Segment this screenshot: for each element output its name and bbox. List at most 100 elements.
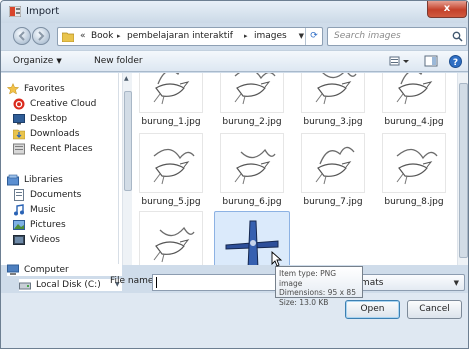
close-button[interactable]: x: [427, 1, 467, 18]
pictures-icon: [13, 220, 25, 230]
address-row: « Book ▸ pembelajaran interaktif ▸ image…: [1, 23, 468, 49]
nav-label: Creative Cloud: [30, 99, 97, 109]
caret-down-icon: ▼: [56, 57, 62, 65]
chevron-down-icon: ▼: [453, 279, 459, 287]
address-bar[interactable]: « Book ▸ pembelajaran interaktif ▸ image…: [57, 27, 323, 46]
search-icon[interactable]: [452, 31, 463, 42]
breadcrumb-separator[interactable]: ▸: [117, 32, 121, 40]
browser-body: Favorites Creative Cloud Desktop Downloa…: [1, 73, 468, 265]
recent-places-icon: [13, 143, 25, 155]
nav-computer-row[interactable]: Computer: [7, 264, 122, 276]
address-dropdown-icon[interactable]: ▼: [299, 32, 304, 40]
file-name-label: burung_1.jpg: [141, 117, 201, 127]
forward-button[interactable]: [32, 27, 50, 45]
navigation-pane: Favorites Creative Cloud Desktop Downloa…: [1, 73, 119, 265]
text-caret: [156, 277, 157, 288]
desktop-icon: [13, 114, 25, 125]
bird-sketch-thumbnail: [382, 73, 446, 113]
music-icon: [14, 204, 24, 216]
breadcrumb-pembelajaran[interactable]: pembelajaran interaktif: [127, 31, 233, 41]
libraries-icon: [7, 174, 19, 186]
downloads-icon: [13, 129, 25, 140]
file-name-label: burung_4.jpg: [384, 117, 444, 127]
breadcrumb-separator[interactable]: ▸: [244, 32, 248, 40]
app-icon: [9, 6, 21, 17]
file-tile[interactable]: burung_6.jpg: [214, 133, 290, 215]
file-tile[interactable]: burung_3.jpg: [295, 73, 371, 135]
cancel-button[interactable]: Cancel: [407, 300, 462, 319]
nav-scrollbar[interactable]: ▲: [122, 73, 132, 265]
file-name-label: burung_6.jpg: [222, 197, 282, 207]
breadcrumb-book[interactable]: Book: [91, 31, 113, 41]
back-arrow-icon: [18, 31, 25, 41]
bird-sketch-thumbnail: [301, 73, 365, 113]
file-tile[interactable]: burung_1.jpg: [133, 73, 209, 135]
nav-label: Recent Places: [30, 144, 93, 154]
organize-menu[interactable]: Organize ▼: [13, 56, 62, 66]
file-name-label: burung_5.jpg: [141, 197, 201, 207]
help-icon[interactable]: ?: [449, 55, 462, 68]
nav-label: Pictures: [30, 220, 66, 230]
videos-icon: [13, 235, 25, 245]
overflow-chevron[interactable]: «: [80, 31, 86, 41]
file-scrollbar[interactable]: [457, 73, 468, 265]
bird-sketch-thumbnail: [139, 211, 203, 265]
scroll-thumb[interactable]: [459, 83, 468, 258]
command-bar: Organize ▼ New folder ?: [1, 50, 468, 72]
nav-local-disk[interactable]: Local Disk (C:) ▼: [19, 279, 122, 291]
file-name-label: burung_8.jpg: [384, 197, 444, 207]
organize-label: Organize: [13, 56, 54, 66]
file-name-panel: File name: ▼ All Formats ▼ Open Cancel: [1, 274, 468, 348]
file-name-label: burung_7.jpg: [303, 197, 363, 207]
forward-arrow-icon: [38, 31, 45, 41]
scroll-thumb[interactable]: [124, 91, 132, 191]
file-tooltip: Item type: PNG image Dimensions: 95 x 85…: [275, 266, 363, 307]
nav-label: Music: [30, 205, 56, 215]
star-icon: [7, 83, 19, 95]
nav-label: Videos: [30, 235, 60, 245]
file-tile[interactable]: burung_9.jpg: [133, 211, 209, 265]
bird-sketch-thumbnail: [382, 133, 446, 193]
window-title: Import: [26, 6, 60, 17]
file-tile[interactable]: burung_2.jpg: [214, 73, 290, 135]
file-tile[interactable]: burung_7.jpg: [295, 133, 371, 215]
scroll-up-icon[interactable]: ▲: [124, 75, 129, 82]
svg-text:?: ?: [453, 58, 458, 68]
nav-label: Local Disk (C:): [36, 280, 101, 290]
file-name-label: burung_2.jpg: [222, 117, 282, 127]
nav-label: Libraries: [24, 175, 63, 185]
search-box[interactable]: Search images: [327, 27, 467, 46]
import-dialog: Import x « Book ▸ pembelajaran interakti…: [0, 0, 469, 349]
bird-sketch-thumbnail: [220, 73, 284, 113]
nav-label: Documents: [30, 190, 82, 200]
title-bar: Import x: [1, 1, 468, 23]
bird-sketch-thumbnail: [139, 133, 203, 193]
breadcrumb-images[interactable]: images: [254, 31, 287, 41]
tooltip-dimensions: Dimensions: 95 x 85: [279, 288, 356, 297]
bird-sketch-thumbnail: [301, 133, 365, 193]
nav-label: Desktop: [30, 114, 68, 124]
drive-icon: [19, 282, 31, 290]
tooltip-type: Item type: PNG image: [279, 269, 337, 288]
nav-label: Downloads: [30, 129, 80, 139]
file-name-label: burung_3.jpg: [303, 117, 363, 127]
file-name-label: File name:: [110, 276, 157, 286]
file-tile[interactable]: burung_5.jpg: [133, 133, 209, 215]
bird-sketch-thumbnail: [220, 133, 284, 193]
mouse-cursor-icon: [271, 251, 283, 267]
tooltip-size: Size: 13.0 KB: [279, 297, 329, 307]
back-button[interactable]: [13, 27, 31, 45]
creative-cloud-icon: [13, 98, 25, 110]
file-list: burung_1.jpg burung_2.jpg burung_3.jpg buru…: [133, 73, 456, 265]
folder-icon: [62, 32, 74, 42]
file-tile[interactable]: burung_8.jpg: [376, 133, 452, 215]
nav-label: Favorites: [24, 84, 65, 94]
documents-icon: [14, 189, 24, 201]
file-tile[interactable]: burung_4.jpg: [376, 73, 452, 135]
new-folder-button[interactable]: New folder: [94, 56, 143, 66]
refresh-icon[interactable]: ⟳: [305, 28, 322, 45]
search-input[interactable]: Search images: [334, 31, 401, 41]
preview-pane-icon[interactable]: [424, 55, 438, 67]
view-options-icon[interactable]: [389, 55, 411, 67]
bird-sketch-thumbnail: [139, 73, 203, 113]
